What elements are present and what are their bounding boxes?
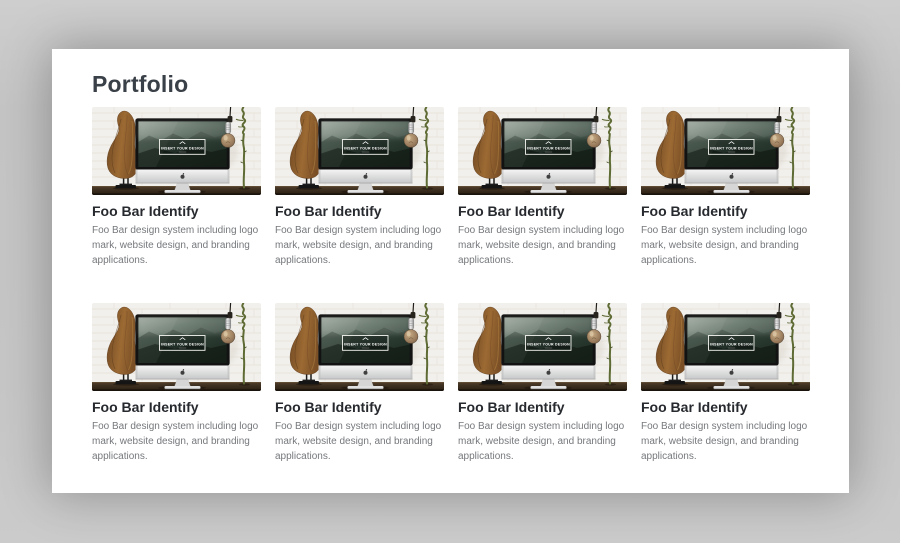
item-description: Foo Bar design system including logo mar… [641, 223, 810, 268]
item-description: Foo Bar design system including logo mar… [92, 419, 261, 464]
portfolio-thumbnail[interactable] [92, 107, 261, 195]
portfolio-thumbnail[interactable] [275, 107, 444, 195]
portfolio-item: Foo Bar Identify Foo Bar design system i… [641, 107, 810, 268]
portfolio-thumbnail[interactable] [641, 107, 810, 195]
item-title: Foo Bar Identify [92, 399, 261, 416]
item-title: Foo Bar Identify [641, 203, 810, 220]
portfolio-thumbnail[interactable] [458, 107, 627, 195]
portfolio-item-caption: Foo Bar Identify Foo Bar design system i… [641, 203, 810, 268]
item-title: Foo Bar Identify [641, 399, 810, 416]
page-title: Portfolio [92, 71, 810, 97]
portfolio-item-caption: Foo Bar Identify Foo Bar design system i… [641, 399, 810, 464]
item-description: Foo Bar design system including logo mar… [458, 223, 627, 268]
portfolio-item: Foo Bar Identify Foo Bar design system i… [458, 303, 627, 464]
portfolio-grid: Foo Bar Identify Foo Bar design system i… [92, 107, 810, 464]
portfolio-item-caption: Foo Bar Identify Foo Bar design system i… [92, 399, 261, 464]
item-description: Foo Bar design system including logo mar… [275, 419, 444, 464]
portfolio-item: Foo Bar Identify Foo Bar design system i… [641, 303, 810, 464]
item-description: Foo Bar design system including logo mar… [275, 223, 444, 268]
item-description: Foo Bar design system including logo mar… [641, 419, 810, 464]
portfolio-item-caption: Foo Bar Identify Foo Bar design system i… [275, 399, 444, 464]
portfolio-card: Portfolio Foo Bar Identify Foo Bar desig… [52, 49, 849, 493]
portfolio-item: Foo Bar Identify Foo Bar design system i… [92, 107, 261, 268]
page-background: Portfolio Foo Bar Identify Foo Bar desig… [0, 0, 900, 543]
portfolio-thumbnail[interactable] [275, 303, 444, 391]
item-description: Foo Bar design system including logo mar… [92, 223, 261, 268]
item-title: Foo Bar Identify [275, 203, 444, 220]
portfolio-item-caption: Foo Bar Identify Foo Bar design system i… [92, 203, 261, 268]
item-title: Foo Bar Identify [275, 399, 444, 416]
portfolio-item-caption: Foo Bar Identify Foo Bar design system i… [458, 399, 627, 464]
item-title: Foo Bar Identify [458, 203, 627, 220]
item-description: Foo Bar design system including logo mar… [458, 419, 627, 464]
portfolio-thumbnail[interactable] [92, 303, 261, 391]
item-title: Foo Bar Identify [458, 399, 627, 416]
portfolio-item: Foo Bar Identify Foo Bar design system i… [275, 107, 444, 268]
portfolio-thumbnail[interactable] [458, 303, 627, 391]
portfolio-thumbnail[interactable] [641, 303, 810, 391]
item-title: Foo Bar Identify [92, 203, 261, 220]
portfolio-item: Foo Bar Identify Foo Bar design system i… [458, 107, 627, 268]
portfolio-item: Foo Bar Identify Foo Bar design system i… [275, 303, 444, 464]
portfolio-item: Foo Bar Identify Foo Bar design system i… [92, 303, 261, 464]
portfolio-item-caption: Foo Bar Identify Foo Bar design system i… [458, 203, 627, 268]
portfolio-item-caption: Foo Bar Identify Foo Bar design system i… [275, 203, 444, 268]
